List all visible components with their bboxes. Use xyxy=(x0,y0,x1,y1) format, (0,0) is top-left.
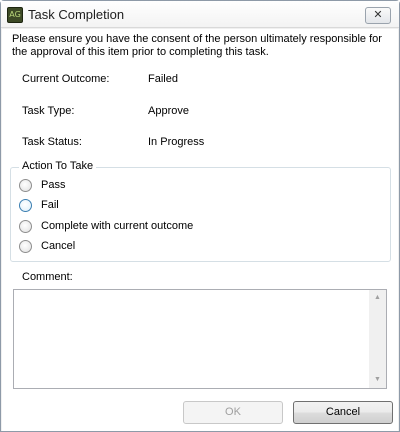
action-to-take-legend: Action To Take xyxy=(19,160,97,172)
cancel-radio[interactable] xyxy=(19,240,32,253)
close-icon: ✕ xyxy=(373,9,383,21)
task-status-value: In Progress xyxy=(148,136,205,148)
fail-radio[interactable] xyxy=(19,199,32,212)
current-outcome-label: Current Outcome: xyxy=(22,73,110,85)
pass-radio-label[interactable]: Pass xyxy=(41,179,65,191)
ok-button[interactable]: OK xyxy=(183,401,283,424)
scroll-down-arrow-icon[interactable]: ▼ xyxy=(369,372,386,388)
comment-textarea[interactable]: ▲ ▼ xyxy=(13,289,387,389)
dialog-content: Please ensure you have the consent of th… xyxy=(2,29,398,431)
complete-with-current-outcome-radio-label[interactable]: Complete with current outcome xyxy=(41,220,193,232)
pass-radio[interactable] xyxy=(19,179,32,192)
title-bar[interactable]: AG Task Completion ✕ xyxy=(1,1,399,28)
fail-radio-label[interactable]: Fail xyxy=(41,199,59,211)
consent-message: Please ensure you have the consent of th… xyxy=(12,33,382,58)
app-logo-icon: AG xyxy=(7,7,23,23)
close-button[interactable]: ✕ xyxy=(365,7,391,24)
window-title: Task Completion xyxy=(28,7,125,22)
cancel-radio-label[interactable]: Cancel xyxy=(41,240,75,252)
comment-scrollbar[interactable]: ▲ ▼ xyxy=(369,290,386,388)
cancel-button[interactable]: Cancel xyxy=(293,401,393,424)
task-type-label: Task Type: xyxy=(22,105,75,117)
complete-with-current-outcome-radio[interactable] xyxy=(19,220,32,233)
current-outcome-value: Failed xyxy=(148,73,178,85)
comment-label: Comment: xyxy=(22,271,73,283)
task-status-label: Task Status: xyxy=(22,136,82,148)
task-completion-dialog: AG Task Completion ✕ Please ensure you h… xyxy=(0,0,400,432)
action-to-take-group: Action To Take Pass Fail Complete with c… xyxy=(10,160,391,262)
scroll-up-arrow-icon[interactable]: ▲ xyxy=(369,290,386,306)
task-type-value: Approve xyxy=(148,105,189,117)
